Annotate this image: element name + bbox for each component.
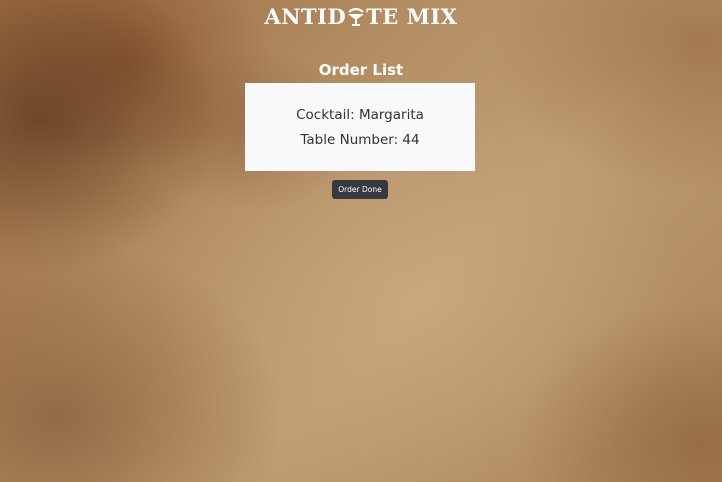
brand-text-right: TE MIX	[366, 4, 458, 29]
page-title: Order List	[318, 61, 404, 79]
order-table-number: Table Number: 44	[300, 132, 420, 148]
order-card: Cocktail: Margarita Table Number: 44	[245, 83, 475, 171]
cocktail-glass-icon	[347, 7, 365, 33]
order-done-button[interactable]: Order Done	[332, 180, 388, 199]
brand-logo: ANTID TE MIX	[0, 4, 722, 33]
order-cocktail: Cocktail: Margarita	[296, 107, 424, 123]
brand-text-left: ANTID	[264, 4, 347, 29]
